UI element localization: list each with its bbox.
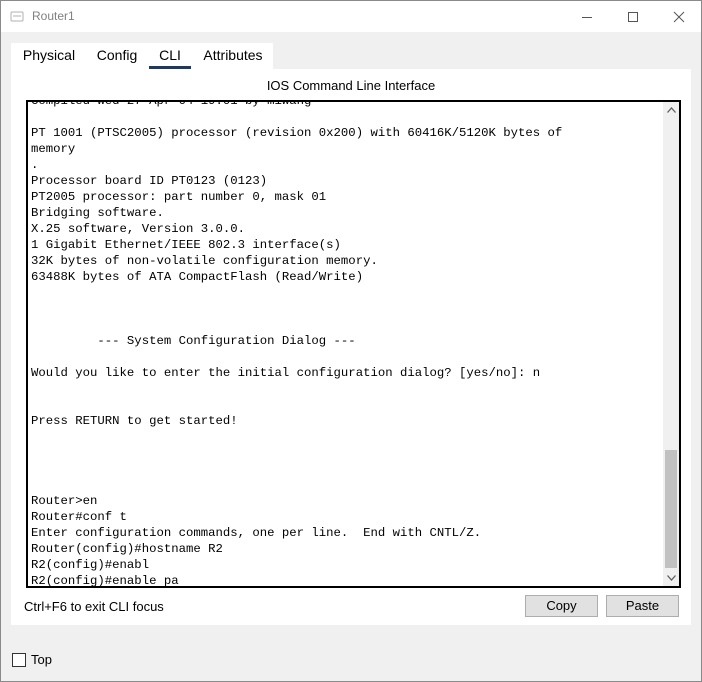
router-app-icon [10,11,24,22]
maximize-button[interactable] [610,1,656,32]
scrollbar-thumb[interactable] [665,450,677,568]
terminal-output[interactable]: Compiled Wed 27-Apr-04 19:01 by miwang P… [31,102,562,586]
cli-terminal[interactable]: Compiled Wed 27-Apr-04 19:01 by miwang P… [26,100,681,588]
vertical-scrollbar[interactable] [663,102,679,586]
checkbox-icon[interactable] [12,653,26,667]
close-icon [673,11,685,22]
close-button[interactable] [656,1,701,32]
tab-physical[interactable]: Physical [17,43,81,69]
panel-title: IOS Command Line Interface [266,78,436,93]
minimize-button[interactable] [564,1,610,32]
cli-panel: IOS Command Line Interface Compiled Wed … [11,69,691,625]
title-bar[interactable]: Router1 [1,1,701,32]
router1-window: Router1 Physical Config CLI Attributes I… [0,0,702,682]
tab-attributes[interactable]: Attributes [199,43,267,69]
tab-config[interactable]: Config [91,43,143,69]
tab-cli[interactable]: CLI [149,43,191,69]
minimize-icon [582,16,592,18]
tab-bar: Physical Config CLI Attributes [11,43,273,69]
scroll-down-icon [666,575,676,581]
paste-button[interactable]: Paste [606,595,679,617]
maximize-icon [628,11,638,22]
cli-focus-hint: Ctrl+F6 to exit CLI focus [24,599,164,614]
window-title: Router1 [32,9,75,23]
scroll-down-button[interactable] [663,570,679,586]
scroll-up-icon [666,107,676,113]
scroll-up-button[interactable] [663,102,679,118]
top-checkbox-label[interactable]: Top [31,652,52,667]
copy-button[interactable]: Copy [525,595,598,617]
